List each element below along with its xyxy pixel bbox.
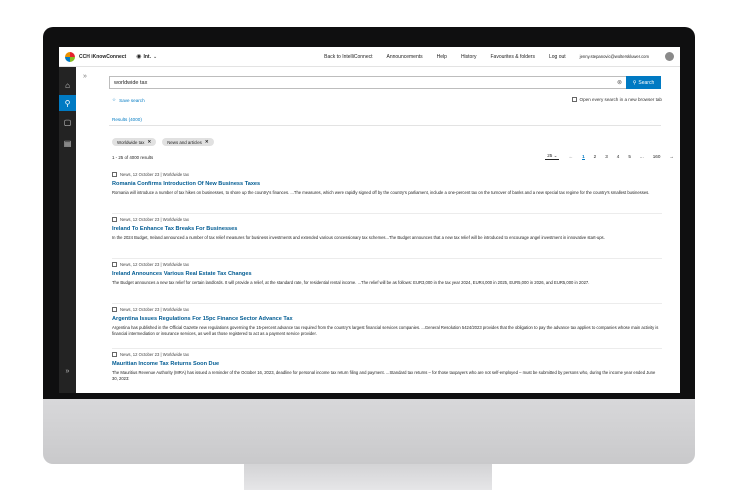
next-page-icon[interactable]: → — [669, 154, 674, 159]
save-search-link[interactable]: ☆ Save search — [112, 97, 145, 103]
filter-chip-label: Worldwide tax — [117, 139, 145, 145]
page-4[interactable]: 4 — [617, 154, 620, 159]
result-checkbox[interactable] — [112, 262, 117, 267]
filter-chip-label: News and articles — [167, 139, 202, 145]
news-icon[interactable]: ▤ — [59, 135, 76, 151]
app-name: CCH iKnowConnect — [79, 53, 127, 60]
region-label: Int. — [143, 53, 151, 60]
help-link[interactable]: Help — [437, 54, 447, 60]
logo-icon — [65, 51, 75, 62]
search-icon[interactable]: ⚲ — [59, 95, 76, 111]
page-size-value: 25 — [547, 153, 553, 158]
user-email: jenny.stepanovic@wolterskluwer.com — [579, 54, 649, 59]
filter-chip[interactable]: Worldwide tax ✕ — [112, 138, 157, 146]
search-query: worldwide tax — [114, 79, 148, 86]
result-title[interactable]: Mauritian Income Tax Returns Soon Due — [112, 361, 662, 367]
app-screen: CCH iKnowConnect ◉ Int. ⌄ Back to Intell… — [59, 47, 680, 393]
list-item: News, 12 October 23 | Worldwide tax Maur… — [112, 352, 662, 393]
result-snippet: Argentina has published in the Official … — [112, 325, 659, 336]
close-icon[interactable]: ✕ — [205, 139, 209, 145]
result-title[interactable]: Romania Confirms Introduction Of New Bus… — [112, 181, 662, 187]
page-ellipsis: ... — [639, 154, 644, 159]
filter-chip[interactable]: News and articles ✕ — [162, 138, 214, 146]
list-item: News, 12 October 23 | Worldwide tax Irel… — [112, 217, 662, 262]
favourites-link[interactable]: Favourites & folders — [491, 54, 535, 60]
panel-expand-icon[interactable]: » — [83, 73, 87, 80]
sidebar: ⌂ ⚲ ▢ ▤ » — [59, 67, 76, 393]
page-2[interactable]: 2 — [594, 154, 597, 159]
new-tab-checkbox[interactable] — [571, 97, 577, 102]
avatar[interactable] — [665, 52, 674, 61]
result-checkbox[interactable] — [112, 172, 117, 177]
page-3[interactable]: 3 — [605, 154, 608, 159]
result-snippet: The Mauritius Revenue Authority (MRA) ha… — [112, 370, 656, 381]
divider — [112, 213, 662, 214]
page-last[interactable]: 160 — [653, 154, 661, 159]
clear-icon[interactable]: ⊗ — [617, 79, 622, 86]
result-snippet: Romania will introduce a number of tax h… — [112, 190, 650, 195]
new-tab-option[interactable]: Open every search in a new browser tab — [571, 97, 662, 102]
search-button[interactable]: ⚲ Search — [626, 76, 661, 89]
result-title[interactable]: Ireland To Enhance Tax Breaks For Busine… — [112, 226, 662, 232]
back-to-intelliconnect-link[interactable]: Back to IntelliConnect — [324, 54, 372, 60]
divider — [112, 348, 662, 349]
monitor-chin — [43, 399, 695, 464]
result-title[interactable]: Argentina Issues Regulations For 15pc Fi… — [112, 316, 662, 322]
new-tab-label: Open every search in a new browser tab — [579, 97, 662, 102]
result-count: 1 - 25 of 4000 results — [112, 155, 154, 160]
chevron-down-icon: ⌄ — [152, 53, 158, 60]
list-item: News, 12 October 23 | Worldwide tax Irel… — [112, 262, 662, 307]
search-button-label: Search — [638, 79, 655, 86]
expand-sidebar-icon[interactable]: » — [59, 368, 76, 375]
result-checkbox[interactable] — [112, 217, 117, 222]
page-5[interactable]: 5 — [628, 154, 631, 159]
result-title[interactable]: Ireland Announces Various Real Estate Ta… — [112, 271, 662, 277]
logout-link[interactable]: Log out — [549, 54, 566, 60]
close-icon[interactable]: ✕ — [148, 139, 152, 145]
search-bar: worldwide tax ⊗ ⚲ Search — [109, 76, 661, 89]
result-snippet: In the 2024 Budget, Ireland announced a … — [112, 235, 605, 240]
results-list: News, 12 October 23 | Worldwide tax Roma… — [112, 172, 662, 393]
list-item: News, 12 October 23 | Worldwide tax Arge… — [112, 307, 662, 352]
result-snippet: The Budget announces a new tax relief fo… — [112, 280, 590, 285]
region-selector[interactable]: ◉ Int. ⌄ — [136, 53, 158, 61]
list-item: News, 12 October 23 | Worldwide tax Roma… — [112, 172, 662, 217]
search-input[interactable]: worldwide tax ⊗ — [109, 76, 626, 89]
star-icon: ☆ — [112, 97, 117, 102]
globe-icon: ◉ — [136, 54, 142, 60]
result-meta: News, 12 October 23 | Worldwide tax — [120, 307, 189, 312]
history-link[interactable]: History — [461, 54, 477, 60]
result-meta: News, 12 October 23 | Worldwide tax — [120, 217, 189, 222]
result-meta: News, 12 October 23 | Worldwide tax — [120, 352, 189, 357]
result-checkbox[interactable] — [112, 307, 117, 312]
monitor-frame: CCH iKnowConnect ◉ Int. ⌄ Back to Intell… — [43, 27, 695, 464]
filter-chips: Worldwide tax ✕ News and articles ✕ — [112, 138, 214, 146]
pagination: 25 ⌄ ← 1 2 3 4 5 ... 160 → — [545, 153, 674, 160]
result-meta: News, 12 October 23 | Worldwide tax — [120, 262, 189, 267]
app-header: CCH iKnowConnect ◉ Int. ⌄ Back to Intell… — [59, 47, 680, 67]
result-meta: News, 12 October 23 | Worldwide tax — [120, 172, 189, 177]
page-size-select[interactable]: 25 ⌄ — [545, 153, 560, 160]
briefcase-icon[interactable]: ▢ — [59, 114, 76, 130]
announcements-link[interactable]: Announcements — [387, 54, 423, 60]
search-icon: ⚲ — [632, 79, 637, 86]
divider — [112, 258, 662, 259]
monitor-stand — [244, 464, 492, 490]
page-1[interactable]: 1 — [582, 154, 585, 160]
prev-page-icon[interactable]: ← — [568, 154, 573, 159]
home-icon[interactable]: ⌂ — [59, 77, 76, 93]
tab-divider — [109, 125, 661, 126]
monitor-bezel: CCH iKnowConnect ◉ Int. ⌄ Back to Intell… — [43, 27, 695, 399]
result-checkbox[interactable] — [112, 352, 117, 357]
save-search-label: Save search — [119, 97, 145, 103]
header-nav: Back to IntelliConnect Announcements Hel… — [324, 52, 674, 61]
divider — [112, 303, 662, 304]
